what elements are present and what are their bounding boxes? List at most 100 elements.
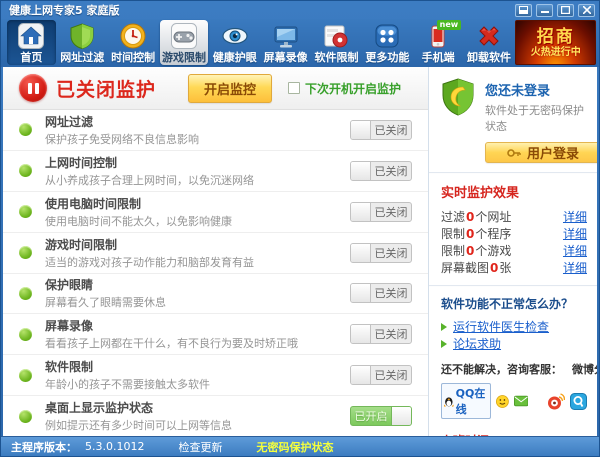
- help-link-row: 运行软件医生检查: [441, 318, 587, 335]
- tencent-weibo-icon[interactable]: [570, 392, 587, 410]
- feature-title: 上网时间控制: [45, 155, 118, 170]
- stat-count: 0: [466, 226, 475, 241]
- stat-prefix: 限制: [441, 227, 466, 241]
- sidebar: 您还未登录 软件处于无密码保护状态 用户登录 实时监护效果 过滤 0 个网址 详细 …: [429, 67, 597, 436]
- stat-count: 0: [466, 243, 475, 258]
- tab-mobile[interactable]: new 手机端: [414, 20, 463, 65]
- skin-icon[interactable]: [515, 3, 532, 17]
- email-icon[interactable]: [513, 394, 528, 408]
- tab-more-features[interactable]: 更多功能: [363, 20, 412, 65]
- list-item: 上网时间控制 从小养成孩子合理上网时间，以免沉迷网络 已关闭: [3, 151, 428, 192]
- stat-suffix: 个程序: [475, 227, 512, 241]
- run-doctor-link[interactable]: 运行软件医生检查: [453, 318, 549, 335]
- user-login-button-label: 用户登录: [526, 146, 579, 161]
- tab-url-filter[interactable]: 网址过滤: [58, 20, 107, 65]
- uninstall-x-icon: [476, 23, 502, 49]
- green-status-dot-icon: [19, 327, 32, 341]
- stat-prefix: 过滤: [441, 210, 466, 224]
- check-update-link[interactable]: 检查更新: [178, 439, 222, 455]
- toggle-pc-time[interactable]: 已关闭: [350, 201, 412, 222]
- detail-link-games[interactable]: 详细: [563, 242, 587, 259]
- monitor-status-header: 已关闭监护 开启监控 下次开机开启监护: [3, 67, 428, 110]
- detail-link-programs[interactable]: 详细: [563, 225, 587, 242]
- tab-software-limit-label: 软件限制: [314, 51, 359, 64]
- promo-banner-title: 招商: [536, 26, 575, 47]
- detail-link-urls[interactable]: 详细: [563, 208, 587, 225]
- toggle-online-time[interactable]: 已关闭: [350, 160, 412, 181]
- feature-desc: 屏幕看久了眼睛需要休息: [45, 296, 166, 310]
- weibo-share-group: [547, 392, 587, 410]
- promo-banner-subtitle: 火热进行中: [530, 46, 581, 58]
- toggle-screen-record[interactable]: 已关闭: [350, 324, 412, 345]
- next-boot-checkbox[interactable]: [288, 82, 301, 94]
- next-boot-checkbox-row[interactable]: 下次开机开启监护: [288, 80, 401, 97]
- social-icons-row: QQ在线: [441, 383, 587, 419]
- smiley-icon[interactable]: [495, 393, 509, 410]
- toggle-eye-protect[interactable]: 已关闭: [350, 283, 412, 304]
- list-item: 网址过滤 保护孩子免受网络不良信息影响 已关闭: [3, 110, 428, 151]
- qq-penguin-icon: [444, 396, 454, 407]
- toggle-label: 已开启: [354, 410, 388, 424]
- content-area: 已关闭监护 开启监控 下次开机开启监护 网址过滤 保护孩子免受网络不良信息影响: [3, 67, 597, 436]
- tab-time-control-label: 时间控制: [111, 51, 156, 64]
- qq-online-label: QQ在线: [455, 387, 486, 416]
- phone-icon: new: [425, 20, 462, 49]
- start-monitor-button[interactable]: 开启监控: [188, 73, 273, 103]
- eye-icon: [222, 23, 248, 49]
- pause-icon: [19, 74, 47, 102]
- green-status-dot-icon: [19, 368, 32, 382]
- stat-row-screenshots: 屏幕截图 0 张 详细: [441, 259, 587, 276]
- toggle-software-limit[interactable]: 已关闭: [350, 365, 412, 386]
- tab-home[interactable]: 首页: [7, 20, 56, 65]
- version-label: 主程序版本：: [11, 440, 77, 454]
- more-grid-icon: [374, 23, 400, 49]
- toggle-desktop-status[interactable]: 已开启: [350, 406, 412, 427]
- tab-time-control[interactable]: 时间控制: [109, 20, 158, 65]
- feature-title: 网址过滤: [45, 114, 94, 129]
- help-section-title: 软件功能不正常怎么办？: [441, 297, 574, 311]
- feature-title: 保护眼睛: [45, 278, 94, 293]
- monitor-status-title: 已关闭监护: [56, 78, 157, 101]
- login-status-title: 您还未登录: [485, 84, 551, 99]
- toggle-knob: [351, 325, 371, 344]
- green-status-dot-icon: [19, 164, 32, 178]
- tab-software-limit[interactable]: 软件限制: [312, 20, 361, 65]
- toggle-label: 已关闭: [374, 287, 408, 301]
- green-status-dot-icon: [19, 409, 32, 423]
- toggle-label: 已关闭: [374, 164, 408, 178]
- tab-screen-record-label: 屏幕录像: [263, 51, 308, 64]
- toggle-knob: [351, 284, 371, 303]
- stat-prefix: 屏幕截图: [441, 261, 490, 275]
- software-disc-icon: [323, 23, 349, 49]
- green-status-dot-icon: [19, 286, 32, 300]
- feature-desc: 保护孩子免受网络不良信息影响: [45, 132, 199, 146]
- list-item: 屏幕录像 看看孩子上网都在干什么，有不良行为要及时矫正哦 已关闭: [3, 314, 428, 356]
- tab-screen-record[interactable]: 屏幕录像: [261, 20, 310, 65]
- sina-weibo-icon[interactable]: [547, 392, 565, 410]
- monitor-feature-list: 网址过滤 保护孩子免受网络不良信息影响 已关闭 上网时间控制 从小养成孩子合理上…: [3, 110, 428, 436]
- window-title: 健康上网专家5 家庭版: [9, 4, 120, 17]
- tab-uninstall[interactable]: 卸载软件: [465, 20, 514, 65]
- maximize-icon[interactable]: [557, 3, 574, 17]
- new-badge: new: [436, 20, 462, 30]
- tab-game-limit[interactable]: 游戏限制: [159, 20, 209, 65]
- stat-row-urls: 过滤 0 个网址 详细: [441, 208, 587, 225]
- toggle-url-filter[interactable]: 已关闭: [350, 119, 412, 140]
- detail-link-screenshots[interactable]: 详细: [563, 259, 587, 276]
- list-item: 软件限制 年龄小的孩子不需要接触太多软件 已关闭: [3, 355, 428, 397]
- promo-banner[interactable]: 招商 火热进行中: [515, 20, 596, 65]
- user-login-button[interactable]: 用户登录: [485, 142, 597, 163]
- tab-eye-care[interactable]: 健康护眼: [210, 20, 259, 65]
- version-value: 5.3.0.1012: [85, 440, 145, 453]
- tab-more-features-label: 更多功能: [365, 51, 410, 64]
- toggle-game-time[interactable]: 已关闭: [350, 242, 412, 263]
- close-icon[interactable]: [578, 3, 595, 17]
- qq-online-button[interactable]: QQ在线: [441, 383, 491, 419]
- minimize-icon[interactable]: [536, 3, 553, 17]
- forum-help-link[interactable]: 论坛求助: [453, 335, 501, 352]
- green-status-dot-icon: [19, 246, 32, 260]
- titlebar: 健康上网专家5 家庭版: [1, 1, 599, 19]
- toolbar: 首页 网址过滤 时间控制 游戏限制 健康护眼 屏幕录像 软件限制 更多功能 ne…: [1, 19, 599, 67]
- green-status-dot-icon: [19, 123, 32, 137]
- main-panel: 已关闭监护 开启监控 下次开机开启监护 网址过滤 保护孩子免受网络不良信息影响: [3, 67, 429, 436]
